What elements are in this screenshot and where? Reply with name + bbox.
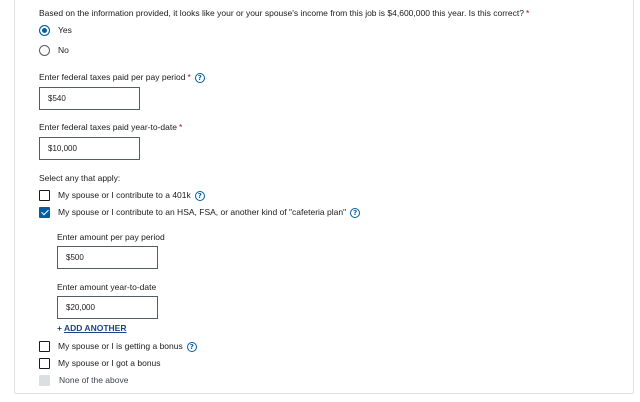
cafeteria-ytd-input[interactable] <box>57 296 158 319</box>
checkbox-401k-row: My spouse or I contribute to a 401k? <box>58 190 205 201</box>
checkbox-getting-bonus[interactable] <box>39 341 50 352</box>
add-another-label: ADD ANOTHER <box>63 323 127 333</box>
checkbox-401k[interactable] <box>39 190 50 201</box>
required-mark: * <box>525 8 530 18</box>
checkbox-cafeteria-label[interactable]: My spouse or I contribute to an HSA, FSA… <box>58 207 346 217</box>
cafeteria-per-period-input[interactable] <box>57 246 158 269</box>
select-any-label: Select any that apply: <box>39 173 121 183</box>
income-question: Based on the information provided, it lo… <box>39 8 529 19</box>
add-another-link[interactable]: + ADD ANOTHER <box>57 323 126 333</box>
radio-yes[interactable] <box>39 25 50 36</box>
plus-icon: + <box>57 323 62 333</box>
income-question-text: Based on the information provided, it lo… <box>39 8 524 18</box>
radio-no-label[interactable]: No <box>58 45 69 56</box>
checkbox-getting-bonus-label[interactable]: My spouse or I is getting a bonus <box>58 341 183 351</box>
checkbox-getting-bonus-row: My spouse or I is getting a bonus? <box>58 341 197 352</box>
checkbox-401k-label[interactable]: My spouse or I contribute to a 401k <box>58 190 191 200</box>
fed-per-period-label-row: Enter federal taxes paid per pay period *… <box>39 72 205 83</box>
checkbox-cafeteria[interactable] <box>39 207 50 218</box>
checkbox-none <box>39 375 50 386</box>
required-mark: * <box>187 72 191 82</box>
question-circle-icon[interactable]: ? <box>350 207 361 218</box>
fed-ytd-label: Enter federal taxes paid year-to-date <box>39 122 177 132</box>
checkbox-got-bonus[interactable] <box>39 358 50 369</box>
fed-per-period-input[interactable] <box>39 87 140 110</box>
cafeteria-per-period-label: Enter amount per pay period <box>57 232 165 242</box>
checkbox-none-label: None of the above <box>59 375 129 385</box>
question-circle-icon[interactable]: ? <box>186 341 197 352</box>
cafeteria-ytd-label: Enter amount year-to-date <box>57 282 157 292</box>
fed-ytd-label-row: Enter federal taxes paid year-to-date * <box>39 122 182 133</box>
required-mark: * <box>178 122 183 132</box>
question-circle-icon[interactable]: ? <box>194 72 205 83</box>
fed-per-period-label: Enter federal taxes paid per pay period <box>39 72 186 82</box>
question-circle-icon[interactable]: ? <box>194 190 205 201</box>
checkbox-got-bonus-label[interactable]: My spouse or I got a bonus <box>58 358 161 369</box>
radio-no[interactable] <box>39 45 50 56</box>
radio-yes-label[interactable]: Yes <box>58 25 72 36</box>
checkbox-cafeteria-row: My spouse or I contribute to an HSA, FSA… <box>58 207 361 218</box>
fed-ytd-input[interactable] <box>39 137 140 160</box>
